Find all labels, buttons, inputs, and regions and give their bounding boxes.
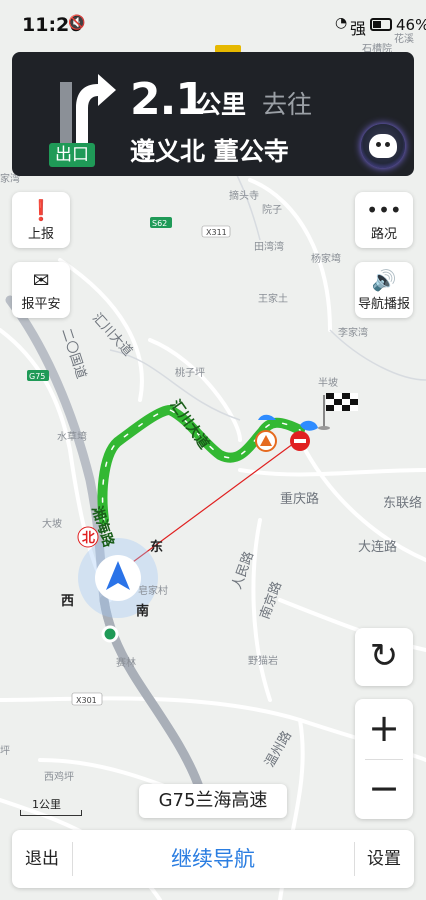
battery-level: 46%: [396, 16, 426, 34]
report-label: 上报: [27, 227, 54, 242]
zoom-controls: + −: [355, 699, 413, 819]
signal-strength: 强: [350, 19, 367, 38]
battery-icon: [370, 18, 392, 31]
svg-text:X311: X311: [206, 228, 227, 237]
status-bar: 11:26 🔇 ◔ 强 46%: [0, 0, 426, 48]
voice-broadcast-button[interactable]: 🔊 导航播报: [355, 262, 413, 318]
exclamation-icon: ❗: [28, 198, 54, 222]
compass-east: 东: [150, 539, 163, 555]
traffic-button[interactable]: ••• 路况: [355, 192, 413, 248]
map-road-label: 重庆路: [280, 491, 319, 507]
envelope-icon: ✉: [32, 268, 50, 292]
map-place-label: 坪: [0, 744, 10, 757]
report-button[interactable]: ❗ 上报: [12, 192, 70, 248]
compass-north: 北: [82, 531, 95, 546]
current-road-label: G75兰海高速: [139, 784, 287, 818]
zoom-out-button[interactable]: −: [355, 759, 413, 819]
bottom-bar: 退出 继续导航 设置: [12, 830, 414, 888]
keep-right-arrow-icon: [60, 74, 116, 144]
settings-button[interactable]: 设置: [354, 830, 414, 888]
mute-icon: 🔇: [68, 15, 86, 31]
svg-text:X301: X301: [76, 696, 97, 705]
to-label: 去往: [262, 90, 313, 119]
guidance-panel[interactable]: 出口 2.1 公里 去往 遵义北 董公寺: [12, 52, 414, 176]
map-place-label: 田湾湾: [254, 240, 284, 253]
map-place-label: 王家土: [258, 292, 288, 305]
voice-assistant-icon[interactable]: [361, 124, 405, 168]
map-road-label: 东联络: [383, 495, 422, 511]
signal-icon: ◔: [335, 15, 348, 31]
compass-west: 西: [61, 594, 74, 609]
speaker-icon: 🔊: [371, 268, 397, 292]
map-place-label: 半坡: [318, 376, 338, 389]
distance-value: 2.1: [130, 74, 206, 125]
exit-tag: 出口: [49, 143, 95, 167]
map-road-label: 大连路: [358, 539, 397, 555]
next-road-name: 遵义北 董公寺: [130, 137, 289, 166]
refresh-icon: ↻: [369, 636, 399, 676]
report-safe-button[interactable]: ✉ 报平安: [12, 262, 70, 318]
dots-icon: •••: [366, 198, 402, 222]
map-place-label: 赛林: [116, 656, 136, 669]
map-place-label: 大坡: [42, 517, 62, 530]
traffic-label: 路况: [370, 227, 397, 242]
map-place-label: 摘头寺: [229, 189, 259, 202]
refresh-route-button[interactable]: ↻: [355, 628, 413, 686]
report-safe-label: 报平安: [21, 297, 61, 312]
continue-navigation-button[interactable]: 继续导航: [72, 830, 354, 888]
voice-broadcast-label: 导航播报: [357, 297, 410, 312]
map-place-label: 西鸡坪: [44, 770, 74, 783]
compass-south: 南: [136, 603, 149, 619]
map-place-label: 桃子坪: [175, 366, 205, 379]
map-scale: 1公里: [20, 796, 82, 818]
map-place-label: 皂家村: [138, 584, 168, 597]
map-place-label: 院子: [262, 203, 282, 216]
svg-text:S62: S62: [152, 219, 167, 228]
map-place-label: 水草塆: [57, 430, 87, 443]
svg-text:G75: G75: [29, 372, 45, 381]
map-place-label: 野猫岩: [248, 654, 278, 667]
map-place-label: 李家湾: [338, 326, 368, 339]
zoom-in-button[interactable]: +: [355, 699, 413, 759]
distance-unit: 公里: [196, 90, 247, 119]
map-place-label: 杨家塆: [311, 252, 341, 265]
exit-navigation-button[interactable]: 退出: [12, 830, 72, 888]
